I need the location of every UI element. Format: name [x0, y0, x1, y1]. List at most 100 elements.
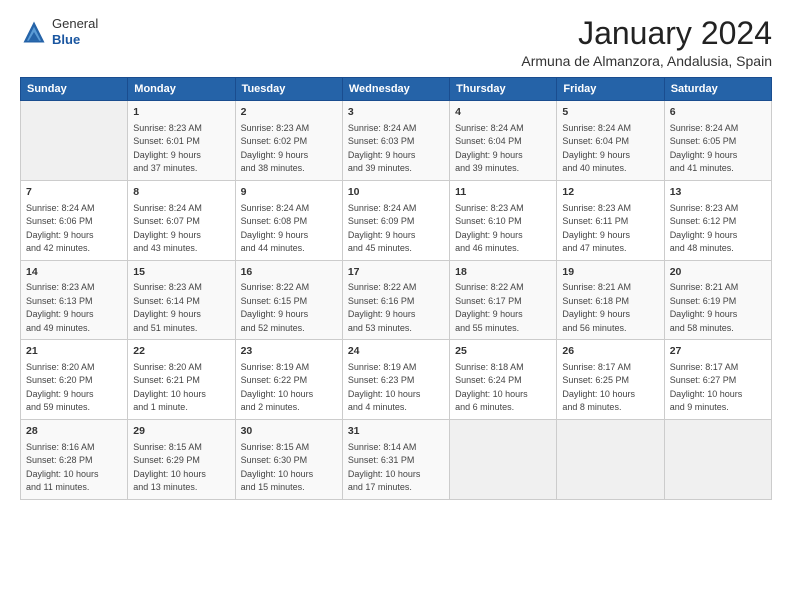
day-info: Sunrise: 8:16 AMSunset: 6:28 PMDaylight:…	[26, 441, 122, 495]
day-info: Sunrise: 8:24 AMSunset: 6:04 PMDaylight:…	[562, 122, 658, 176]
logo-general: General	[52, 16, 98, 32]
main-title: January 2024	[521, 16, 772, 51]
calendar-cell: 17Sunrise: 8:22 AMSunset: 6:16 PMDayligh…	[342, 260, 449, 340]
day-info: Sunrise: 8:20 AMSunset: 6:21 PMDaylight:…	[133, 361, 229, 415]
day-number: 20	[670, 265, 766, 280]
day-info: Sunrise: 8:24 AMSunset: 6:09 PMDaylight:…	[348, 202, 444, 256]
day-number: 12	[562, 185, 658, 200]
calendar-cell: 10 Sunrise: 8:24 AMSunset: 6:09 PMDayligh…	[342, 180, 449, 260]
subtitle: Armuna de Almanzora, Andalusia, Spain	[521, 53, 772, 69]
day-number: 27	[670, 344, 766, 359]
day-info: Sunrise: 8:23 AMSunset: 6:13 PMDaylight:…	[26, 281, 122, 335]
week-row-1: 1 Sunrise: 8:23 AMSunset: 6:01 PMDaylight…	[21, 101, 772, 181]
calendar-cell: 28Sunrise: 8:16 AMSunset: 6:28 PMDayligh…	[21, 419, 128, 499]
calendar-cell	[450, 419, 557, 499]
week-row-2: 7 Sunrise: 8:24 AMSunset: 6:06 PMDaylight…	[21, 180, 772, 260]
calendar-cell: 15Sunrise: 8:23 AMSunset: 6:14 PMDayligh…	[128, 260, 235, 340]
calendar-cell: 22Sunrise: 8:20 AMSunset: 6:21 PMDayligh…	[128, 340, 235, 420]
day-number: 10	[348, 185, 444, 200]
day-number: 24	[348, 344, 444, 359]
calendar-cell: 8 Sunrise: 8:24 AMSunset: 6:07 PMDaylight…	[128, 180, 235, 260]
day-info: Sunrise: 8:21 AMSunset: 6:19 PMDaylight:…	[670, 281, 766, 335]
logo-blue: Blue	[52, 32, 98, 48]
day-info: Sunrise: 8:23 AMSunset: 6:10 PMDaylight:…	[455, 202, 551, 256]
day-info: Sunrise: 8:24 AMSunset: 6:05 PMDaylight:…	[670, 122, 766, 176]
day-info: Sunrise: 8:15 AMSunset: 6:29 PMDaylight:…	[133, 441, 229, 495]
calendar-cell: 25 Sunrise: 8:18 AMSunset: 6:24 PMDayligh…	[450, 340, 557, 420]
day-number: 13	[670, 185, 766, 200]
logo-icon	[20, 18, 48, 46]
day-info: Sunrise: 8:23 AMSunset: 6:02 PMDaylight:…	[241, 122, 337, 176]
calendar-cell: 4Sunrise: 8:24 AMSunset: 6:04 PMDaylight…	[450, 101, 557, 181]
day-info: Sunrise: 8:22 AMSunset: 6:15 PMDaylight:…	[241, 281, 337, 335]
calendar-cell: 31 Sunrise: 8:14 AMSunset: 6:31 PMDayligh…	[342, 419, 449, 499]
day-number: 2	[241, 105, 337, 120]
calendar-cell	[664, 419, 771, 499]
day-info: Sunrise: 8:15 AMSunset: 6:30 PMDaylight:…	[241, 441, 337, 495]
header-row: Sunday Monday Tuesday Wednesday Thursday…	[21, 78, 772, 101]
day-number: 5	[562, 105, 658, 120]
day-number: 30	[241, 424, 337, 439]
calendar-cell: 29Sunrise: 8:15 AMSunset: 6:29 PMDayligh…	[128, 419, 235, 499]
calendar-cell: 18Sunrise: 8:22 AMSunset: 6:17 PMDayligh…	[450, 260, 557, 340]
day-info: Sunrise: 8:18 AMSunset: 6:24 PMDaylight:…	[455, 361, 551, 415]
week-row-4: 21Sunrise: 8:20 AMSunset: 6:20 PMDayligh…	[21, 340, 772, 420]
day-info: Sunrise: 8:24 AMSunset: 6:04 PMDaylight:…	[455, 122, 551, 176]
day-info: Sunrise: 8:17 AMSunset: 6:25 PMDaylight:…	[562, 361, 658, 415]
calendar-cell: 13Sunrise: 8:23 AMSunset: 6:12 PMDayligh…	[664, 180, 771, 260]
calendar-cell: 5 Sunrise: 8:24 AMSunset: 6:04 PMDaylight…	[557, 101, 664, 181]
week-row-3: 14Sunrise: 8:23 AMSunset: 6:13 PMDayligh…	[21, 260, 772, 340]
col-wednesday: Wednesday	[342, 78, 449, 101]
day-info: Sunrise: 8:24 AMSunset: 6:06 PMDaylight:…	[26, 202, 122, 256]
day-info: Sunrise: 8:23 AMSunset: 6:01 PMDaylight:…	[133, 122, 229, 176]
day-number: 11	[455, 185, 551, 200]
calendar-cell: 9Sunrise: 8:24 AMSunset: 6:08 PMDaylight…	[235, 180, 342, 260]
day-number: 15	[133, 265, 229, 280]
day-number: 14	[26, 265, 122, 280]
day-number: 25	[455, 344, 551, 359]
calendar-cell: 19Sunrise: 8:21 AMSunset: 6:18 PMDayligh…	[557, 260, 664, 340]
calendar-cell: 11 Sunrise: 8:23 AMSunset: 6:10 PMDayligh…	[450, 180, 557, 260]
day-info: Sunrise: 8:21 AMSunset: 6:18 PMDaylight:…	[562, 281, 658, 335]
day-number: 16	[241, 265, 337, 280]
calendar-cell: 1 Sunrise: 8:23 AMSunset: 6:01 PMDaylight…	[128, 101, 235, 181]
day-number: 9	[241, 185, 337, 200]
page: General Blue January 2024 Armuna de Alma…	[0, 0, 792, 612]
day-number: 31	[348, 424, 444, 439]
day-info: Sunrise: 8:24 AMSunset: 6:07 PMDaylight:…	[133, 202, 229, 256]
day-number: 6	[670, 105, 766, 120]
calendar-cell: 23 Sunrise: 8:19 AMSunset: 6:22 PMDayligh…	[235, 340, 342, 420]
calendar-cell	[557, 419, 664, 499]
calendar-cell: 6 Sunrise: 8:24 AMSunset: 6:05 PMDaylight…	[664, 101, 771, 181]
day-number: 19	[562, 265, 658, 280]
day-info: Sunrise: 8:24 AMSunset: 6:03 PMDaylight:…	[348, 122, 444, 176]
calendar-cell: 14Sunrise: 8:23 AMSunset: 6:13 PMDayligh…	[21, 260, 128, 340]
day-info: Sunrise: 8:20 AMSunset: 6:20 PMDaylight:…	[26, 361, 122, 415]
calendar-table: Sunday Monday Tuesday Wednesday Thursday…	[20, 77, 772, 499]
day-number: 26	[562, 344, 658, 359]
day-info: Sunrise: 8:19 AMSunset: 6:22 PMDaylight:…	[241, 361, 337, 415]
calendar-cell	[21, 101, 128, 181]
calendar-cell: 30 Sunrise: 8:15 AMSunset: 6:30 PMDayligh…	[235, 419, 342, 499]
calendar-cell: 20Sunrise: 8:21 AMSunset: 6:19 PMDayligh…	[664, 260, 771, 340]
day-number: 18	[455, 265, 551, 280]
day-number: 7	[26, 185, 122, 200]
logo: General Blue	[20, 16, 98, 47]
day-number: 1	[133, 105, 229, 120]
calendar-cell: 21Sunrise: 8:20 AMSunset: 6:20 PMDayligh…	[21, 340, 128, 420]
logo-text: General Blue	[52, 16, 98, 47]
col-monday: Monday	[128, 78, 235, 101]
day-info: Sunrise: 8:23 AMSunset: 6:14 PMDaylight:…	[133, 281, 229, 335]
col-tuesday: Tuesday	[235, 78, 342, 101]
calendar-cell: 12Sunrise: 8:23 AMSunset: 6:11 PMDayligh…	[557, 180, 664, 260]
day-number: 23	[241, 344, 337, 359]
title-area: January 2024 Armuna de Almanzora, Andalu…	[521, 16, 772, 69]
calendar-cell: 26 Sunrise: 8:17 AMSunset: 6:25 PMDayligh…	[557, 340, 664, 420]
day-number: 17	[348, 265, 444, 280]
col-saturday: Saturday	[664, 78, 771, 101]
day-number: 8	[133, 185, 229, 200]
day-info: Sunrise: 8:14 AMSunset: 6:31 PMDaylight:…	[348, 441, 444, 495]
col-friday: Friday	[557, 78, 664, 101]
col-sunday: Sunday	[21, 78, 128, 101]
calendar-cell: 7 Sunrise: 8:24 AMSunset: 6:06 PMDaylight…	[21, 180, 128, 260]
